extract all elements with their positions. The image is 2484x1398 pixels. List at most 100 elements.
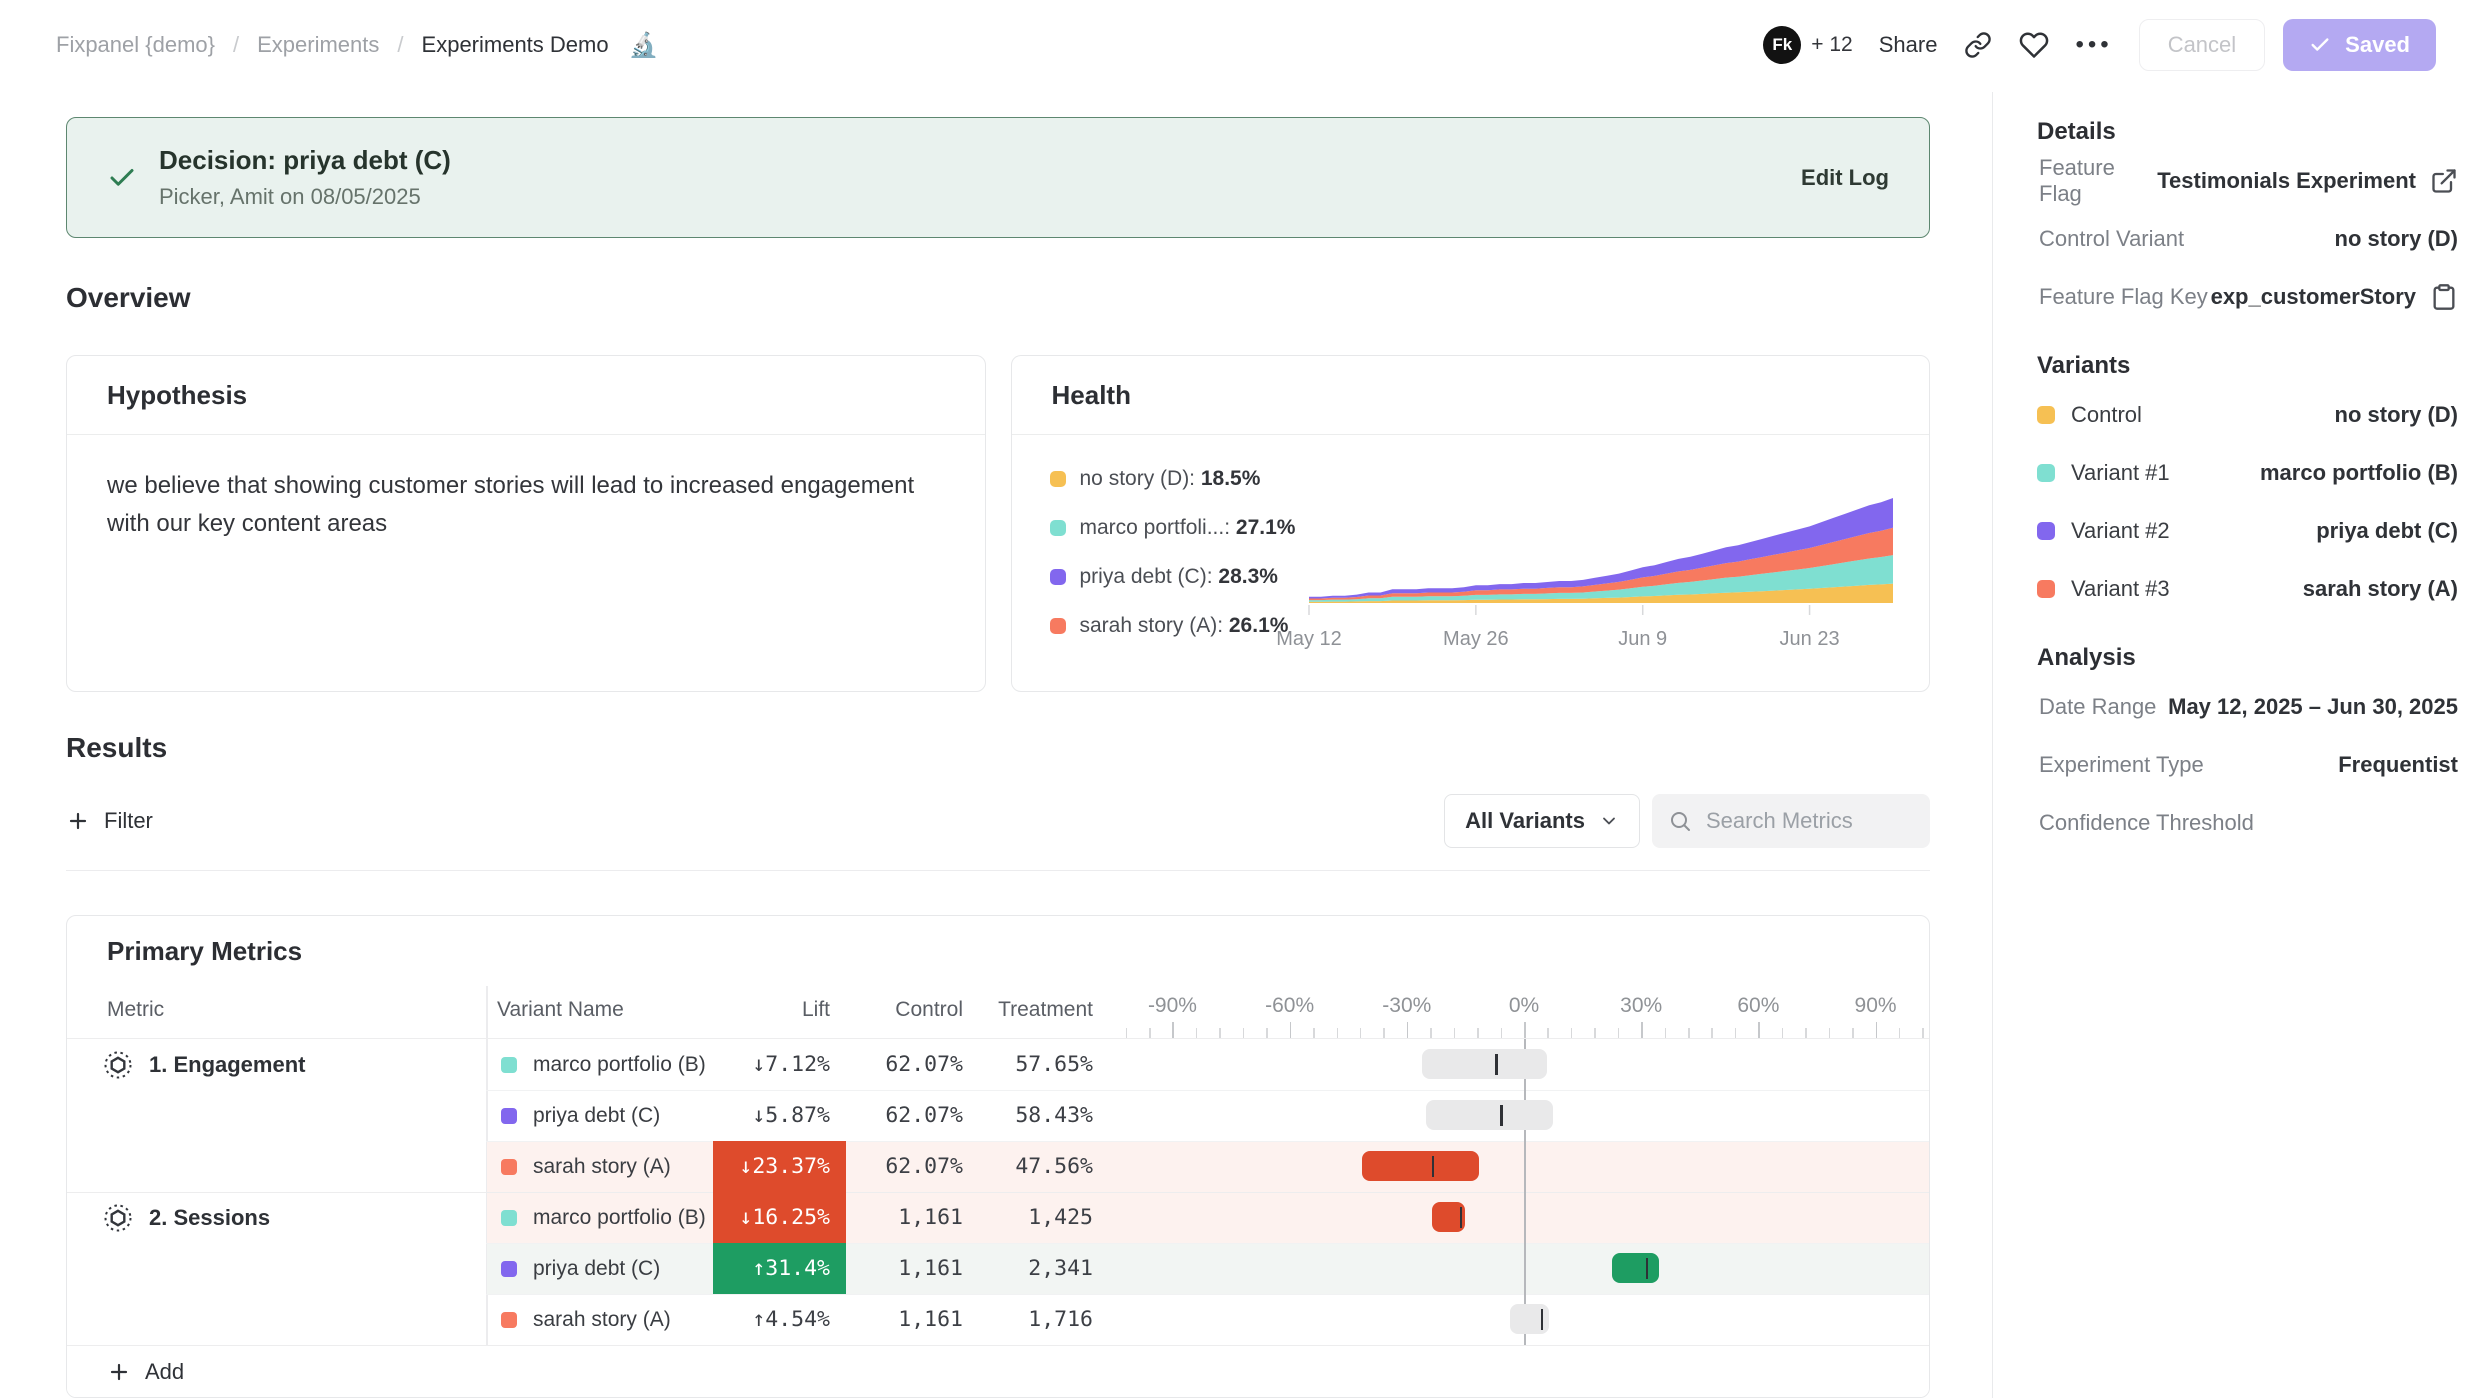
table-row[interactable]: priya debt (C)↑31.4%1,1612,341 (67, 1243, 1929, 1294)
health-area-chart: May 12May 26Jun 9Jun 23 (1301, 491, 1901, 661)
table-row[interactable]: sarah story (A)↑4.54%1,1611,716 (67, 1294, 1929, 1345)
saved-button[interactable]: Saved (2283, 19, 2436, 71)
search-metrics-box[interactable] (1652, 794, 1930, 848)
analysis-row: Experiment TypeFrequentist (2037, 736, 2458, 794)
legend-label: marco portfoli...: 27.1% (1080, 516, 1296, 540)
treatment-value: 57.65% (963, 1039, 1093, 1090)
ruler-tick (1337, 1028, 1339, 1038)
axis-tick-label: 30% (1599, 994, 1683, 1018)
external-link-icon[interactable] (2430, 167, 2458, 195)
legend-value: 18.5% (1201, 467, 1261, 490)
variant-value: no story (D) (2335, 402, 2458, 428)
control-value: 1,161 (846, 1294, 963, 1345)
column-divider (486, 986, 488, 1038)
variant-name: sarah story (A) (533, 1294, 671, 1345)
table-row[interactable]: priya debt (C)↓5.87%62.07%58.43% (67, 1090, 1929, 1141)
ruler-tick (1149, 1028, 1151, 1038)
variant-value: priya debt (C) (2316, 518, 2458, 544)
lift-value: ↓16.25% (713, 1192, 846, 1243)
ruler-tick (1641, 1022, 1643, 1038)
analysis-label: Date Range (2037, 694, 2156, 720)
variant-label: Control (2071, 402, 2142, 428)
table-row[interactable]: 1. Engagementmarco portfolio (B)↓7.12%62… (67, 1039, 1929, 1090)
confidence-interval-bar (1510, 1304, 1549, 1334)
variant-color-swatch (501, 1210, 517, 1226)
decision-subtitle: Picker, Amit on 08/05/2025 (159, 184, 451, 210)
analysis-value: Frequentist (2338, 752, 2458, 778)
lift-point-marker (1646, 1258, 1649, 1279)
lift-point-marker (1432, 1156, 1435, 1177)
lift-value: ↓23.37% (713, 1141, 846, 1192)
ruler-tick (1454, 1028, 1456, 1038)
plus-icon (66, 809, 90, 833)
variant-name: sarah story (A) (533, 1141, 671, 1192)
ruler-tick (1711, 1028, 1713, 1038)
hypothesis-card-title: Hypothesis (67, 356, 985, 435)
details-heading: Details (2037, 118, 2458, 146)
ruler-tick (1430, 1028, 1432, 1038)
row-highlight (487, 1141, 1930, 1192)
ruler-tick (1219, 1028, 1221, 1038)
health-card-title: Health (1012, 356, 1930, 435)
variant-color-swatch (501, 1261, 517, 1277)
col-control: Control (846, 998, 963, 1022)
clipboard-icon[interactable] (2430, 283, 2458, 311)
copy-link-icon[interactable] (1963, 30, 1993, 60)
metric-target-icon (103, 1203, 133, 1233)
table-row[interactable]: sarah story (A)↓23.37%62.07%47.56% (67, 1141, 1929, 1192)
legend-item: priya debt (C): 28.3% (1050, 565, 1296, 589)
row-divider (486, 1294, 1929, 1295)
x-axis-label: Jun 23 (1780, 628, 1840, 650)
ruler-tick (1126, 1028, 1128, 1038)
filter-label: Filter (104, 808, 153, 834)
ruler-tick (1594, 1028, 1596, 1038)
search-icon (1668, 809, 1692, 833)
legend-swatch (1050, 618, 1066, 634)
detail-row: Feature FlagTestimonials Experiment (2037, 152, 2458, 210)
ruler-tick (1618, 1028, 1620, 1038)
decision-banner: Decision: priya debt (C) Picker, Amit on… (66, 117, 1930, 238)
lift-value: ↓5.87% (713, 1090, 846, 1141)
ruler-tick (1852, 1028, 1854, 1038)
search-metrics-input[interactable] (1706, 808, 1906, 834)
results-divider (66, 870, 1930, 871)
add-metric-button[interactable]: Add (67, 1345, 1929, 1397)
lift-value: ↓7.12% (713, 1039, 846, 1090)
variant-name: priya debt (C) (533, 1243, 660, 1294)
treatment-value: 1,716 (963, 1294, 1093, 1345)
avatar-overflow-count[interactable]: + 12 (1811, 33, 1852, 57)
cancel-button[interactable]: Cancel (2139, 19, 2265, 71)
treatment-value: 1,425 (963, 1192, 1093, 1243)
chevron-down-icon (1599, 811, 1619, 831)
breadcrumb-item[interactable]: Fixpanel {demo} (56, 32, 215, 58)
table-row[interactable]: 2. Sessionsmarco portfolio (B)↓16.25%1,1… (67, 1192, 1929, 1243)
avatar[interactable]: Fk (1763, 26, 1801, 64)
detail-value: no story (D) (2335, 226, 2458, 252)
overview-heading: Overview (66, 282, 1992, 314)
ruler-tick (1196, 1028, 1198, 1038)
health-legend: no story (D): 18.5% marco portfoli...: 27… (1050, 467, 1296, 663)
detail-value: exp_customerStory (2211, 284, 2416, 310)
breadcrumb-item[interactable]: Experiments (257, 32, 379, 58)
health-card: Health no story (D): 18.5% marco portfoli… (1011, 355, 1931, 692)
legend-label: no story (D): 18.5% (1080, 467, 1261, 491)
metric-label: 2. Sessions (149, 1205, 270, 1231)
check-icon (107, 163, 137, 193)
treatment-value: 58.43% (963, 1090, 1093, 1141)
variants-dropdown[interactable]: All Variants (1444, 794, 1640, 848)
share-button[interactable]: Share (1879, 32, 1938, 58)
favorite-heart-icon[interactable] (2019, 30, 2049, 60)
control-value: 62.07% (846, 1141, 963, 1192)
decision-title: Decision: priya debt (C) (159, 145, 451, 176)
legend-value: 28.3% (1218, 565, 1278, 588)
legend-item: sarah story (A): 26.1% (1050, 614, 1296, 638)
ruler-tick (1360, 1028, 1362, 1038)
ruler-tick (1383, 1028, 1385, 1038)
legend-label: sarah story (A): 26.1% (1080, 614, 1289, 638)
add-filter-button[interactable]: Filter (66, 808, 153, 834)
more-menu-icon[interactable]: ••• (2075, 31, 2112, 59)
breadcrumb-item[interactable]: Experiments Demo (422, 32, 609, 58)
ruler-tick (1407, 1022, 1409, 1038)
edit-log-button[interactable]: Edit Log (1801, 165, 1889, 191)
lift-point-marker (1541, 1309, 1544, 1330)
